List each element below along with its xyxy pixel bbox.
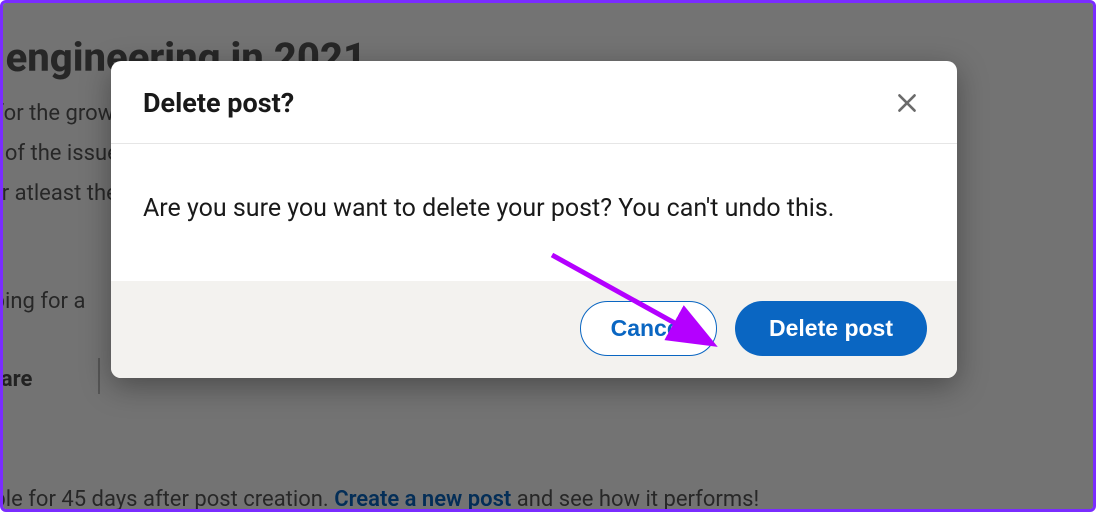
close-button[interactable] (887, 83, 927, 123)
delete-post-button[interactable]: Delete post (735, 301, 927, 356)
dialog-body: Are you sure you want to delete your pos… (111, 144, 957, 281)
dialog-title: Delete post? (143, 87, 294, 119)
delete-post-dialog: Delete post? Are you sure you want to de… (111, 61, 957, 378)
close-icon (894, 90, 920, 116)
dialog-footer: Cancel Delete post (111, 281, 957, 378)
cancel-button[interactable]: Cancel (580, 301, 717, 356)
dialog-header: Delete post? (111, 61, 957, 144)
